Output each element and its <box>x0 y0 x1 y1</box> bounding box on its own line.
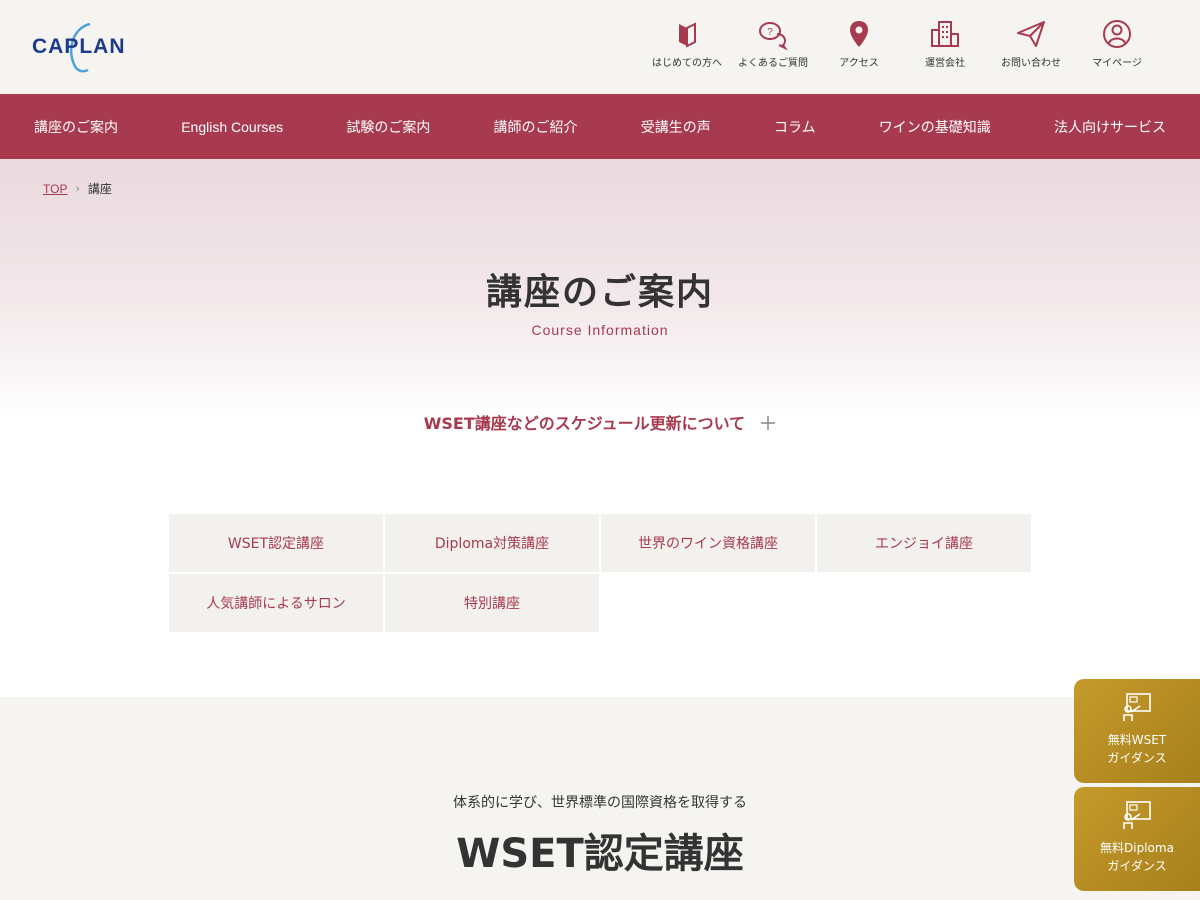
utility-nav: はじめての方へ ? よくあるご質問 アクセス 運営会社 お問い合わせ マイページ <box>644 18 1160 69</box>
presentation-board-icon <box>1123 693 1151 721</box>
chevron-right-icon: › <box>75 182 80 195</box>
float-label-line1: 無料Diploma <box>1100 841 1174 855</box>
float-label-line1: 無料WSET <box>1107 733 1167 747</box>
hero: TOP › 講座 講座のご案内 Course Information <box>0 159 1200 419</box>
building-icon <box>931 21 959 47</box>
util-label: お問い合わせ <box>1001 58 1061 69</box>
nav-instructors[interactable]: 講師のご紹介 <box>494 117 578 137</box>
nav-testimonials[interactable]: 受講生の声 <box>641 117 711 137</box>
plus-icon <box>761 416 776 430</box>
category-wset[interactable]: WSET認定講座 <box>169 514 383 572</box>
breadcrumb-top-link[interactable]: TOP <box>43 182 67 196</box>
section-lead: 体系的に学び、世界標準の国際資格を取得する <box>453 795 747 811</box>
util-label: アクセス <box>839 58 879 69</box>
category-world-wine-qualifications[interactable]: 世界のワイン資格講座 <box>601 514 815 572</box>
nav-english-courses[interactable]: English Courses <box>181 119 283 135</box>
caplan-logo[interactable]: CAPLAN <box>32 18 162 74</box>
faq-bubble-icon: ? <box>759 22 788 50</box>
nav-wine-basics[interactable]: ワインの基礎知識 <box>879 117 991 137</box>
beginner-mark-icon <box>679 22 696 48</box>
category-special[interactable]: 特別講座 <box>385 574 599 632</box>
page-title: 講座のご案内 <box>485 272 714 313</box>
free-wset-guidance-button[interactable]: 無料WSET ガイダンス <box>1074 679 1200 783</box>
wset-section: 体系的に学び、世界標準の国際資格を取得する WSET認定講座 <box>0 697 1200 900</box>
util-label: はじめての方へ <box>652 58 722 69</box>
category-salon[interactable]: 人気講師によるサロン <box>169 574 383 632</box>
nav-courses[interactable]: 講座のご案内 <box>34 117 118 137</box>
util-label: マイページ <box>1092 58 1142 69</box>
logo-text: CAPLAN <box>32 35 126 58</box>
util-label: 運営会社 <box>925 58 965 69</box>
site-header: CAPLAN はじめての方へ ? よくあるご質問 アクセス 運営会社 お問い合わ… <box>0 0 1200 94</box>
nav-exams[interactable]: 試験のご案内 <box>346 117 430 137</box>
util-company[interactable]: 運営会社 <box>902 18 988 69</box>
schedule-notice-toggle[interactable]: WSET講座などのスケジュール更新について <box>0 410 1200 434</box>
free-diploma-guidance-button[interactable]: 無料Diploma ガイダンス <box>1074 787 1200 891</box>
page-subtitle: Course Information <box>531 322 669 338</box>
user-circle-icon <box>1103 20 1131 48</box>
paper-plane-icon <box>1017 21 1045 47</box>
course-category-grid: WSET認定講座 Diploma対策講座 世界のワイン資格講座 エンジョイ講座 … <box>169 514 1031 632</box>
category-enjoy[interactable]: エンジョイ講座 <box>817 514 1031 572</box>
float-label-line2: ガイダンス <box>1107 859 1167 873</box>
category-diploma[interactable]: Diploma対策講座 <box>385 514 599 572</box>
util-label: よくあるご質問 <box>738 58 808 69</box>
util-access[interactable]: アクセス <box>816 18 902 69</box>
map-pin-icon <box>850 21 868 47</box>
util-beginner[interactable]: はじめての方へ <box>644 18 730 69</box>
breadcrumb-current: 講座 <box>87 182 112 196</box>
presentation-board-icon <box>1123 801 1151 829</box>
section-title: WSET認定講座 <box>456 831 744 877</box>
breadcrumb: TOP › 講座 <box>43 180 112 197</box>
svg-text:?: ? <box>767 27 773 38</box>
main-nav: 講座のご案内 English Courses 試験のご案内 講師のご紹介 受講生… <box>0 94 1200 159</box>
util-faq[interactable]: ? よくあるご質問 <box>730 18 816 69</box>
util-mypage[interactable]: マイページ <box>1074 18 1160 69</box>
nav-corporate[interactable]: 法人向けサービス <box>1054 117 1166 137</box>
float-label-line2: ガイダンス <box>1107 751 1167 765</box>
util-contact[interactable]: お問い合わせ <box>988 18 1074 69</box>
schedule-notice-label: WSET講座などのスケジュール更新について <box>423 414 746 433</box>
nav-column[interactable]: コラム <box>774 117 816 137</box>
